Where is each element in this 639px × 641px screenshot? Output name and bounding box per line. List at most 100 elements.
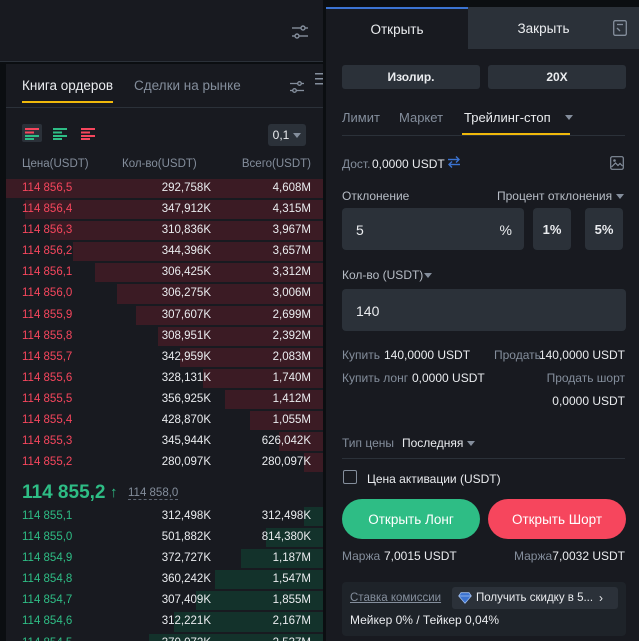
activation-price-checkbox[interactable] [343, 470, 357, 484]
open-long-button[interactable]: Открыть Лонг [342, 499, 480, 539]
ask-row[interactable]: 114 856,0 306,275K 3,006M [6, 283, 323, 304]
tab-order-book[interactable]: Книга ордеров [22, 78, 114, 103]
deviation-input[interactable]: 5 % [342, 208, 524, 250]
ask-row[interactable]: 114 856,2 344,396K 3,657M [6, 241, 323, 262]
ask-total: 626,042K [261, 435, 311, 448]
ask-price: 114 855,4 [22, 414, 73, 427]
buy-long-label: Купить лонг [342, 371, 409, 385]
tab-open[interactable]: Открыть [326, 7, 468, 49]
ask-price: 114 855,2 [22, 456, 73, 469]
bid-row[interactable]: 114 854,6 312,221K 2,167M [6, 611, 323, 632]
bid-price: 114 854,9 [22, 552, 73, 565]
chevron-right-icon: › [599, 591, 604, 605]
open-close-tabs: Открыть Закрыть [326, 7, 639, 49]
open-short-button[interactable]: Открыть Шорт [488, 499, 626, 539]
order-book: Книга ордеров Сделки на рынке 0,1 Цена(U… [6, 64, 323, 641]
ask-total: 280,097K [261, 456, 311, 469]
ask-row[interactable]: 114 856,1 306,425K 3,312M [6, 262, 323, 283]
ask-total: 1,055M [272, 414, 311, 427]
ask-qty: 344,396K [161, 245, 211, 258]
tab-market-trades[interactable]: Сделки на рынке [134, 78, 241, 93]
bids-only-icon[interactable] [53, 128, 67, 140]
ask-total: 1,740M [272, 371, 311, 384]
sliders-icon[interactable] [291, 24, 309, 40]
price-type-select[interactable]: Последняя [402, 436, 463, 450]
bid-row[interactable]: 114 854,9 372,727K 1,187M [6, 548, 323, 569]
leverage-button[interactable]: 20X [488, 65, 626, 89]
quick-pct-5-button[interactable]: 5% [585, 208, 623, 250]
margin-long-value: 7,0015 USDT [384, 549, 457, 563]
bid-price: 114 854,5 [22, 637, 72, 641]
ask-row[interactable]: 114 856,3 310,836K 3,967M [6, 220, 323, 241]
discount-banner[interactable]: Получить скидку в 5... › [452, 587, 618, 609]
available-label: Дост. [342, 157, 371, 171]
ask-qty: 306,425K [161, 266, 211, 279]
qty-label[interactable]: Кол-во (USDT) [342, 268, 423, 282]
qty-column-header: Кол-во(USDT) [122, 158, 197, 170]
ask-row[interactable]: 114 855,9 307,607K 2,699M [6, 305, 323, 326]
bid-qty: 360,242K [161, 573, 211, 586]
ask-row[interactable]: 114 856,5 292,758K 4,608M [6, 178, 323, 199]
ask-row[interactable]: 114 855,4 428,870K 1,055M [6, 410, 323, 431]
ask-price: 114 856,0 [22, 287, 73, 300]
chevron-down-icon[interactable] [565, 115, 573, 120]
margin-long-label: Маржа [342, 549, 381, 563]
tick-size-select[interactable]: 0,1 [268, 124, 306, 146]
ask-total: 3,006M [272, 287, 311, 300]
activation-price-label[interactable]: Цена активации (USDT) [367, 472, 501, 486]
asks-only-icon[interactable] [81, 128, 95, 140]
bids-list: 114 855,1 312,498K 312,498K 114 855,0 501,88… [6, 506, 323, 641]
discount-label: Получить скидку в 5... [476, 592, 594, 604]
deviation-mode-select[interactable]: Процент отклонения [497, 189, 612, 203]
bid-qty: 370,072K [162, 637, 211, 641]
margin-short-value: 7,0032 USDT [552, 549, 625, 563]
quick-pct-1-button[interactable]: 1% [533, 208, 571, 250]
tab-trailing-stop[interactable]: Трейлинг-стоп [464, 110, 551, 125]
margin-mode-button[interactable]: Изолир. [342, 65, 480, 89]
sliders-icon[interactable] [289, 80, 305, 94]
ask-row[interactable]: 114 855,6 328,131K 1,740M [6, 368, 323, 389]
ask-price: 114 856,3 [22, 224, 73, 237]
ask-qty: 347,912K [161, 203, 211, 216]
transfer-icon[interactable] [447, 155, 461, 169]
diamond-icon [458, 592, 472, 604]
ask-row[interactable]: 114 855,8 308,951K 2,392M [6, 326, 323, 347]
tab-market[interactable]: Маркет [399, 110, 443, 125]
chevron-down-icon[interactable] [616, 194, 624, 199]
mark-price[interactable]: 114 858,0 [128, 487, 179, 500]
ask-row[interactable]: 114 855,7 342,959K 2,083M [6, 347, 323, 368]
bid-total: 312,498K [261, 510, 311, 522]
qty-input[interactable]: 140 [342, 289, 626, 331]
ask-price: 114 856,5 [22, 182, 73, 194]
ask-price: 114 855,9 [22, 308, 73, 321]
sell-value: 140,0000 USDT [538, 348, 625, 362]
ask-qty: 307,607K [161, 308, 211, 321]
more-icon[interactable] [315, 72, 323, 86]
ask-row[interactable]: 114 855,3 345,944K 626,042K [6, 431, 323, 452]
chevron-down-icon[interactable] [424, 273, 432, 278]
image-icon[interactable] [610, 156, 624, 170]
total-column-header: Всего(USDT) [241, 158, 311, 170]
ask-row[interactable]: 114 855,2 280,097K 280,097K [6, 452, 323, 473]
price-column-header: Цена(USDT) [22, 158, 89, 170]
bid-row[interactable]: 114 854,5 370,072K 2,537M [6, 633, 323, 641]
bid-row[interactable]: 114 854,7 307,409K 1,855M [6, 590, 323, 611]
ask-row[interactable]: 114 856,4 347,912K 4,315M [6, 199, 323, 220]
bid-row[interactable]: 114 855,0 501,882K 814,380K [6, 527, 323, 548]
bid-row[interactable]: 114 855,1 312,498K 312,498K [6, 506, 323, 527]
ask-qty: 342,959K [161, 350, 211, 363]
ask-row[interactable]: 114 855,5 356,925K 1,412M [6, 389, 323, 410]
calculator-icon[interactable] [613, 20, 627, 36]
ask-price: 114 856,2 [22, 245, 73, 258]
bid-row[interactable]: 114 854,8 360,242K 1,547M [6, 569, 323, 590]
bid-total: 1,187M [272, 552, 311, 565]
chevron-down-icon[interactable] [467, 441, 475, 446]
ask-price: 114 855,6 [22, 371, 73, 384]
divider [342, 135, 625, 136]
last-price: 114 855,2 [22, 482, 106, 503]
ask-qty: 306,275K [161, 287, 211, 300]
fee-rate-link[interactable]: Ставка комиссии [350, 592, 441, 604]
tab-limit[interactable]: Лимит [342, 110, 380, 125]
price-type-label: Тип цены [342, 436, 395, 450]
bid-price: 114 854,7 [22, 594, 73, 607]
